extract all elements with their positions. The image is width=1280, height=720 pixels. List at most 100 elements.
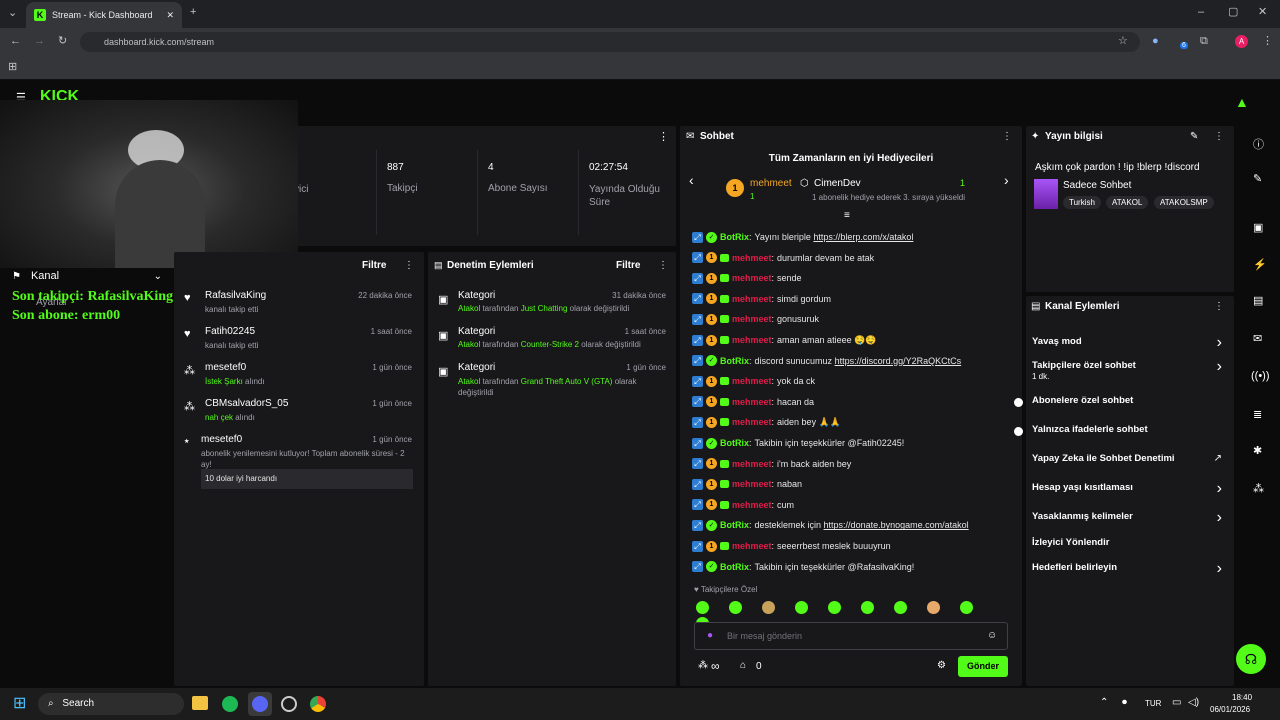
forward-icon[interactable]: →: [34, 36, 45, 47]
chat-username[interactable]: mehmeet: [732, 459, 772, 469]
chat-link[interactable]: https://blerp.com/x/atakol: [813, 232, 913, 242]
stats-menu-icon[interactable]: ⋮: [658, 132, 669, 143]
chat-username[interactable]: BotRix: [720, 232, 749, 242]
chat-username[interactable]: mehmeet: [732, 397, 772, 407]
gifter2-name[interactable]: CimenDev: [814, 178, 861, 189]
back-icon[interactable]: ←: [10, 36, 21, 47]
mic-icon[interactable]: ●: [707, 630, 713, 641]
chat-input[interactable]: ● Bir mesaj gönderin ☺: [694, 622, 1008, 650]
chat-username[interactable]: mehmeet: [732, 273, 772, 283]
broadcast-icon[interactable]: ((•)): [1251, 370, 1270, 382]
emote-icon[interactable]: [696, 601, 709, 614]
emoji-icon[interactable]: ☺: [987, 630, 997, 641]
moderation-filter-button[interactable]: Filtre: [616, 260, 640, 271]
pencil-icon[interactable]: ✎: [1253, 172, 1262, 185]
emote-icon[interactable]: [927, 601, 940, 614]
chat-link[interactable]: https://discord.gg/Y2RaQKCtCs: [835, 356, 962, 366]
minimize-icon[interactable]: –: [1198, 7, 1204, 18]
steam-icon[interactable]: [281, 696, 297, 712]
tab-search-icon[interactable]: ⌄: [8, 8, 17, 19]
chat-username[interactable]: mehmeet: [732, 417, 772, 427]
chat-username[interactable]: mehmeet: [732, 500, 772, 510]
activity-filter-button[interactable]: Filtre: [362, 260, 386, 271]
close-window-icon[interactable]: ✕: [1258, 7, 1267, 18]
clock-date[interactable]: 06/01/2026: [1210, 705, 1250, 714]
stream-info-menu-icon[interactable]: ⋮: [1214, 131, 1224, 142]
chat-username[interactable]: mehmeet: [732, 376, 772, 386]
chat-menu-icon[interactable]: ⋮: [1002, 131, 1012, 142]
channel-action-item[interactable]: Yavaş mod ›: [1026, 334, 1234, 352]
info-circle-icon[interactable]: ⓘ: [1253, 136, 1264, 152]
channel-action-item[interactable]: Abonelere özel sohbet: [1026, 395, 1234, 411]
apps-grid-icon[interactable]: ⊞: [8, 62, 17, 73]
bookmark-star-icon[interactable]: ☆: [1118, 36, 1128, 47]
emote-icon[interactable]: [828, 601, 841, 614]
chat-username[interactable]: mehmeet: [732, 335, 772, 345]
gifters-prev-icon[interactable]: ‹: [689, 172, 694, 188]
chat-username[interactable]: BotRix: [720, 520, 749, 530]
stack-icon[interactable]: ≣: [1253, 408, 1262, 421]
category-name[interactable]: Sadece Sohbet: [1063, 180, 1131, 191]
windows-start-icon[interactable]: ⊞: [13, 696, 26, 712]
chrome-icon[interactable]: [310, 696, 326, 712]
chat-username[interactable]: mehmeet: [732, 253, 772, 263]
screen-icon[interactable]: ▣: [1253, 221, 1263, 234]
emote-icon[interactable]: [762, 601, 775, 614]
chat-username[interactable]: mehmeet: [732, 479, 772, 489]
channel-action-item[interactable]: Hesap yaşı kısıtlaması ›: [1026, 480, 1234, 498]
maximize-icon[interactable]: ▢: [1228, 7, 1238, 18]
volume-icon[interactable]: ◁): [1188, 697, 1199, 708]
chat-username[interactable]: mehmeet: [732, 541, 772, 551]
gifters-next-icon[interactable]: ›: [1004, 172, 1009, 188]
mic-tray-icon[interactable]: ⏺: [1122, 697, 1127, 708]
channel-actions-menu-icon[interactable]: ⋮: [1214, 301, 1224, 312]
channel-action-item[interactable]: Yalnızca ifadelerle sohbet: [1026, 424, 1234, 440]
points-icon[interactable]: ⁂: [698, 660, 708, 671]
taskbar-search[interactable]: ⌕ Search: [38, 693, 184, 715]
channel-action-item[interactable]: Yapay Zeka ile Sohbet Denetimi ↗: [1026, 453, 1234, 469]
activity-menu-icon[interactable]: ⋮: [404, 260, 414, 271]
emote-icon[interactable]: [795, 601, 808, 614]
emote-icon[interactable]: [960, 601, 973, 614]
spotify-icon[interactable]: [222, 696, 238, 712]
new-tab-icon[interactable]: +: [190, 7, 196, 18]
chat-username[interactable]: BotRix: [720, 438, 749, 448]
edit-icon[interactable]: ✎: [1190, 131, 1198, 142]
dots-icon[interactable]: ⁂: [1253, 482, 1264, 495]
file-explorer-icon[interactable]: [192, 696, 208, 710]
language-indicator[interactable]: TUR: [1145, 699, 1161, 708]
network-icon[interactable]: ▭: [1172, 697, 1181, 708]
reload-icon[interactable]: ↻: [58, 36, 67, 47]
moderation-menu-icon[interactable]: ⋮: [658, 260, 668, 271]
support-button[interactable]: ☊: [1236, 644, 1266, 674]
browser-tab[interactable]: K Stream - Kick Dashboard ✕: [26, 2, 182, 28]
emote-icon[interactable]: [729, 601, 742, 614]
channel-action-item[interactable]: Hedefleri belirleyin ›: [1026, 560, 1234, 578]
wrench-icon[interactable]: ✱: [1253, 444, 1262, 457]
chat-bubble-icon[interactable]: ✉: [1253, 332, 1262, 345]
puzzle-icon[interactable]: ⧉: [1200, 36, 1208, 47]
channel-action-item[interactable]: Takipçilere özel sohbet 1 dk. ›: [1026, 358, 1234, 381]
pinned-icon[interactable]: ≡: [844, 210, 850, 221]
channel-menu[interactable]: ⚑ Kanal ⌄: [12, 268, 162, 284]
menu-icon[interactable]: ⋮: [1262, 36, 1273, 47]
close-tab-icon[interactable]: ✕: [166, 10, 174, 21]
logo-triangle-icon[interactable]: ▲: [1235, 95, 1249, 109]
list-icon[interactable]: ▤: [1253, 294, 1263, 307]
chat-username[interactable]: mehmeet: [732, 294, 772, 304]
channel-action-item[interactable]: Yasaklanmış kelimeler ›: [1026, 509, 1234, 527]
chat-username[interactable]: mehmeet: [732, 314, 772, 324]
chat-username[interactable]: BotRix: [720, 562, 749, 572]
url-bar[interactable]: dashboard.kick.com/stream: [80, 32, 1140, 52]
extension-icon[interactable]: ●: [1152, 36, 1159, 47]
channel-action-item[interactable]: İzleyici Yönlendir: [1026, 537, 1234, 553]
gifter1-name[interactable]: mehmeet: [750, 178, 792, 189]
store-icon[interactable]: ⌂: [740, 660, 746, 671]
clock-time[interactable]: 18:40: [1232, 693, 1252, 702]
profile-avatar[interactable]: A: [1235, 35, 1248, 48]
chat-link[interactable]: https://donate.bynogame.com/atakol: [824, 520, 969, 530]
tray-chevron-icon[interactable]: ⌃: [1100, 697, 1108, 708]
send-button[interactable]: Gönder: [958, 656, 1008, 677]
bolt-icon[interactable]: ⚡: [1253, 258, 1267, 271]
chat-settings-icon[interactable]: ⚙: [937, 660, 946, 671]
